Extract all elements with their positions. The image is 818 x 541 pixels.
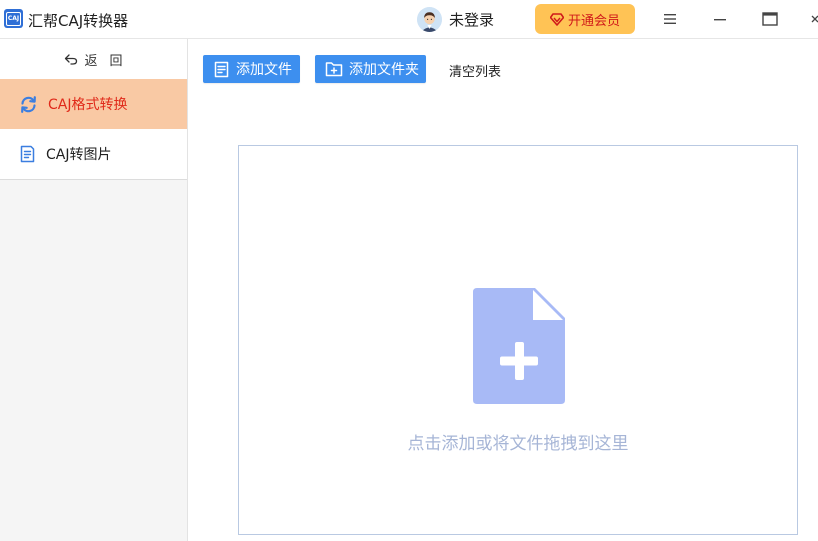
- diamond-icon: [549, 12, 564, 26]
- clear-list-button[interactable]: 清空列表: [449, 61, 501, 80]
- add-folder-button[interactable]: 添加文件夹: [315, 55, 426, 83]
- title-bar: CAJ 汇帮CAJ转换器 未登录 开通会员: [0, 0, 818, 39]
- vip-label: 开通会员: [567, 13, 620, 29]
- avatar-icon: [417, 6, 442, 32]
- hamburger-icon: [664, 14, 676, 24]
- back-arrow-icon: [65, 54, 78, 65]
- user-login[interactable]: 未登录: [417, 6, 494, 32]
- nav-label: CAJ转图片: [46, 147, 112, 163]
- add-document-icon: [473, 288, 565, 404]
- app-logo-text: CAJ: [6, 11, 21, 26]
- back-button[interactable]: 返回: [0, 39, 187, 79]
- vip-button[interactable]: 开通会员: [535, 4, 635, 34]
- add-folder-icon: [325, 62, 343, 77]
- add-file-button[interactable]: 添加文件: [203, 55, 300, 83]
- app-title: 汇帮CAJ转换器: [28, 12, 129, 30]
- minimize-button[interactable]: [709, 8, 731, 30]
- refresh-icon: [21, 95, 36, 113]
- nav-item-caj-format[interactable]: CAJ格式转换: [0, 79, 187, 129]
- nav-label: CAJ格式转换: [48, 97, 128, 113]
- app-window: CAJ 汇帮CAJ转换器 未登录 开通会员 返回 CAJ格式转换 CAJ转图片 …: [0, 0, 818, 541]
- minimize-icon: [714, 19, 726, 21]
- maximize-icon: [762, 12, 778, 26]
- nav-item-caj-to-image[interactable]: CAJ转图片: [0, 129, 187, 180]
- back-label: 返回: [84, 53, 135, 69]
- menu-button[interactable]: [659, 8, 681, 30]
- maximize-button[interactable]: [759, 8, 781, 30]
- user-name: 未登录: [449, 10, 495, 29]
- close-icon: [811, 15, 818, 23]
- add-file-label: 添加文件: [236, 62, 292, 78]
- sidebar: 返回 CAJ格式转换 CAJ转图片: [0, 39, 188, 541]
- file-drop-zone[interactable]: 点击添加或将文件拖拽到这里: [238, 145, 798, 535]
- document-icon: [20, 145, 35, 163]
- close-button[interactable]: [808, 8, 818, 30]
- add-file-icon: [214, 61, 229, 77]
- app-logo-icon: CAJ: [4, 9, 23, 28]
- add-folder-label: 添加文件夹: [349, 62, 419, 78]
- drop-hint: 点击添加或将文件拖拽到这里: [407, 434, 629, 454]
